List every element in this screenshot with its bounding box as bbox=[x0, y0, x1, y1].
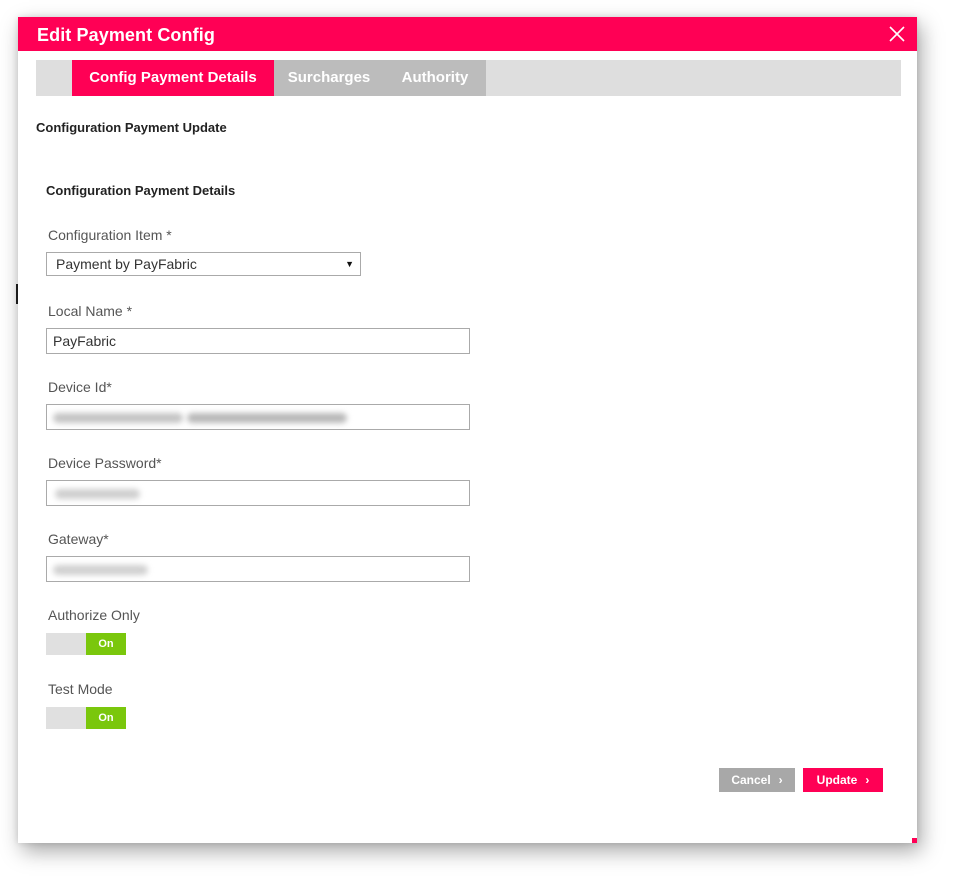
local-name-input[interactable] bbox=[46, 328, 470, 354]
test-mode-label: Test Mode bbox=[48, 681, 113, 697]
toggle-on-state: On bbox=[86, 707, 126, 729]
chevron-right-icon: › bbox=[778, 773, 783, 787]
device-id-label: Device Id* bbox=[48, 379, 112, 395]
update-button[interactable]: Update › bbox=[803, 768, 883, 792]
device-password-input[interactable] bbox=[46, 480, 470, 506]
configuration-item-select[interactable]: Payment by PayFabric ▼ bbox=[46, 252, 361, 276]
tab-authority[interactable]: Authority bbox=[384, 60, 486, 96]
edit-payment-config-dialog: Edit Payment Config Config Payment Detai… bbox=[18, 17, 917, 843]
section-title: Configuration Payment Update bbox=[36, 120, 227, 135]
gateway-label: Gateway* bbox=[48, 531, 109, 547]
dropdown-arrow-icon: ▼ bbox=[345, 259, 354, 269]
dialog-title: Edit Payment Config bbox=[37, 25, 215, 45]
cancel-button-label: Cancel bbox=[731, 773, 771, 787]
configuration-item-label: Configuration Item * bbox=[48, 227, 172, 243]
redacted-value bbox=[187, 413, 347, 423]
local-name-label: Local Name * bbox=[48, 303, 133, 319]
device-password-label: Device Password* bbox=[48, 455, 162, 471]
authorize-only-label: Authorize Only bbox=[48, 607, 140, 623]
cancel-button[interactable]: Cancel › bbox=[719, 768, 795, 792]
redacted-value bbox=[55, 489, 140, 499]
tab-config-payment-details[interactable]: Config Payment Details bbox=[72, 60, 274, 96]
gateway-input[interactable] bbox=[46, 556, 470, 582]
toggle-off-track bbox=[46, 707, 86, 729]
update-button-label: Update bbox=[816, 773, 858, 787]
toggle-on-state: On bbox=[86, 633, 126, 655]
dialog-header: Edit Payment Config bbox=[18, 17, 917, 51]
corner-accent bbox=[912, 838, 917, 843]
device-id-input[interactable] bbox=[46, 404, 470, 430]
tab-surcharges[interactable]: Surcharges bbox=[274, 60, 384, 96]
close-icon[interactable] bbox=[885, 22, 909, 46]
toggle-off-track bbox=[46, 633, 86, 655]
redacted-value bbox=[53, 565, 148, 575]
redacted-value bbox=[53, 413, 183, 423]
tab-bar: Config Payment Details Surcharges Author… bbox=[36, 60, 901, 96]
authorize-only-toggle[interactable]: On bbox=[46, 633, 126, 655]
subsection-title: Configuration Payment Details bbox=[46, 183, 236, 198]
test-mode-toggle[interactable]: On bbox=[46, 707, 126, 729]
configuration-item-value: Payment by PayFabric bbox=[56, 256, 197, 272]
chevron-right-icon: › bbox=[865, 773, 870, 787]
